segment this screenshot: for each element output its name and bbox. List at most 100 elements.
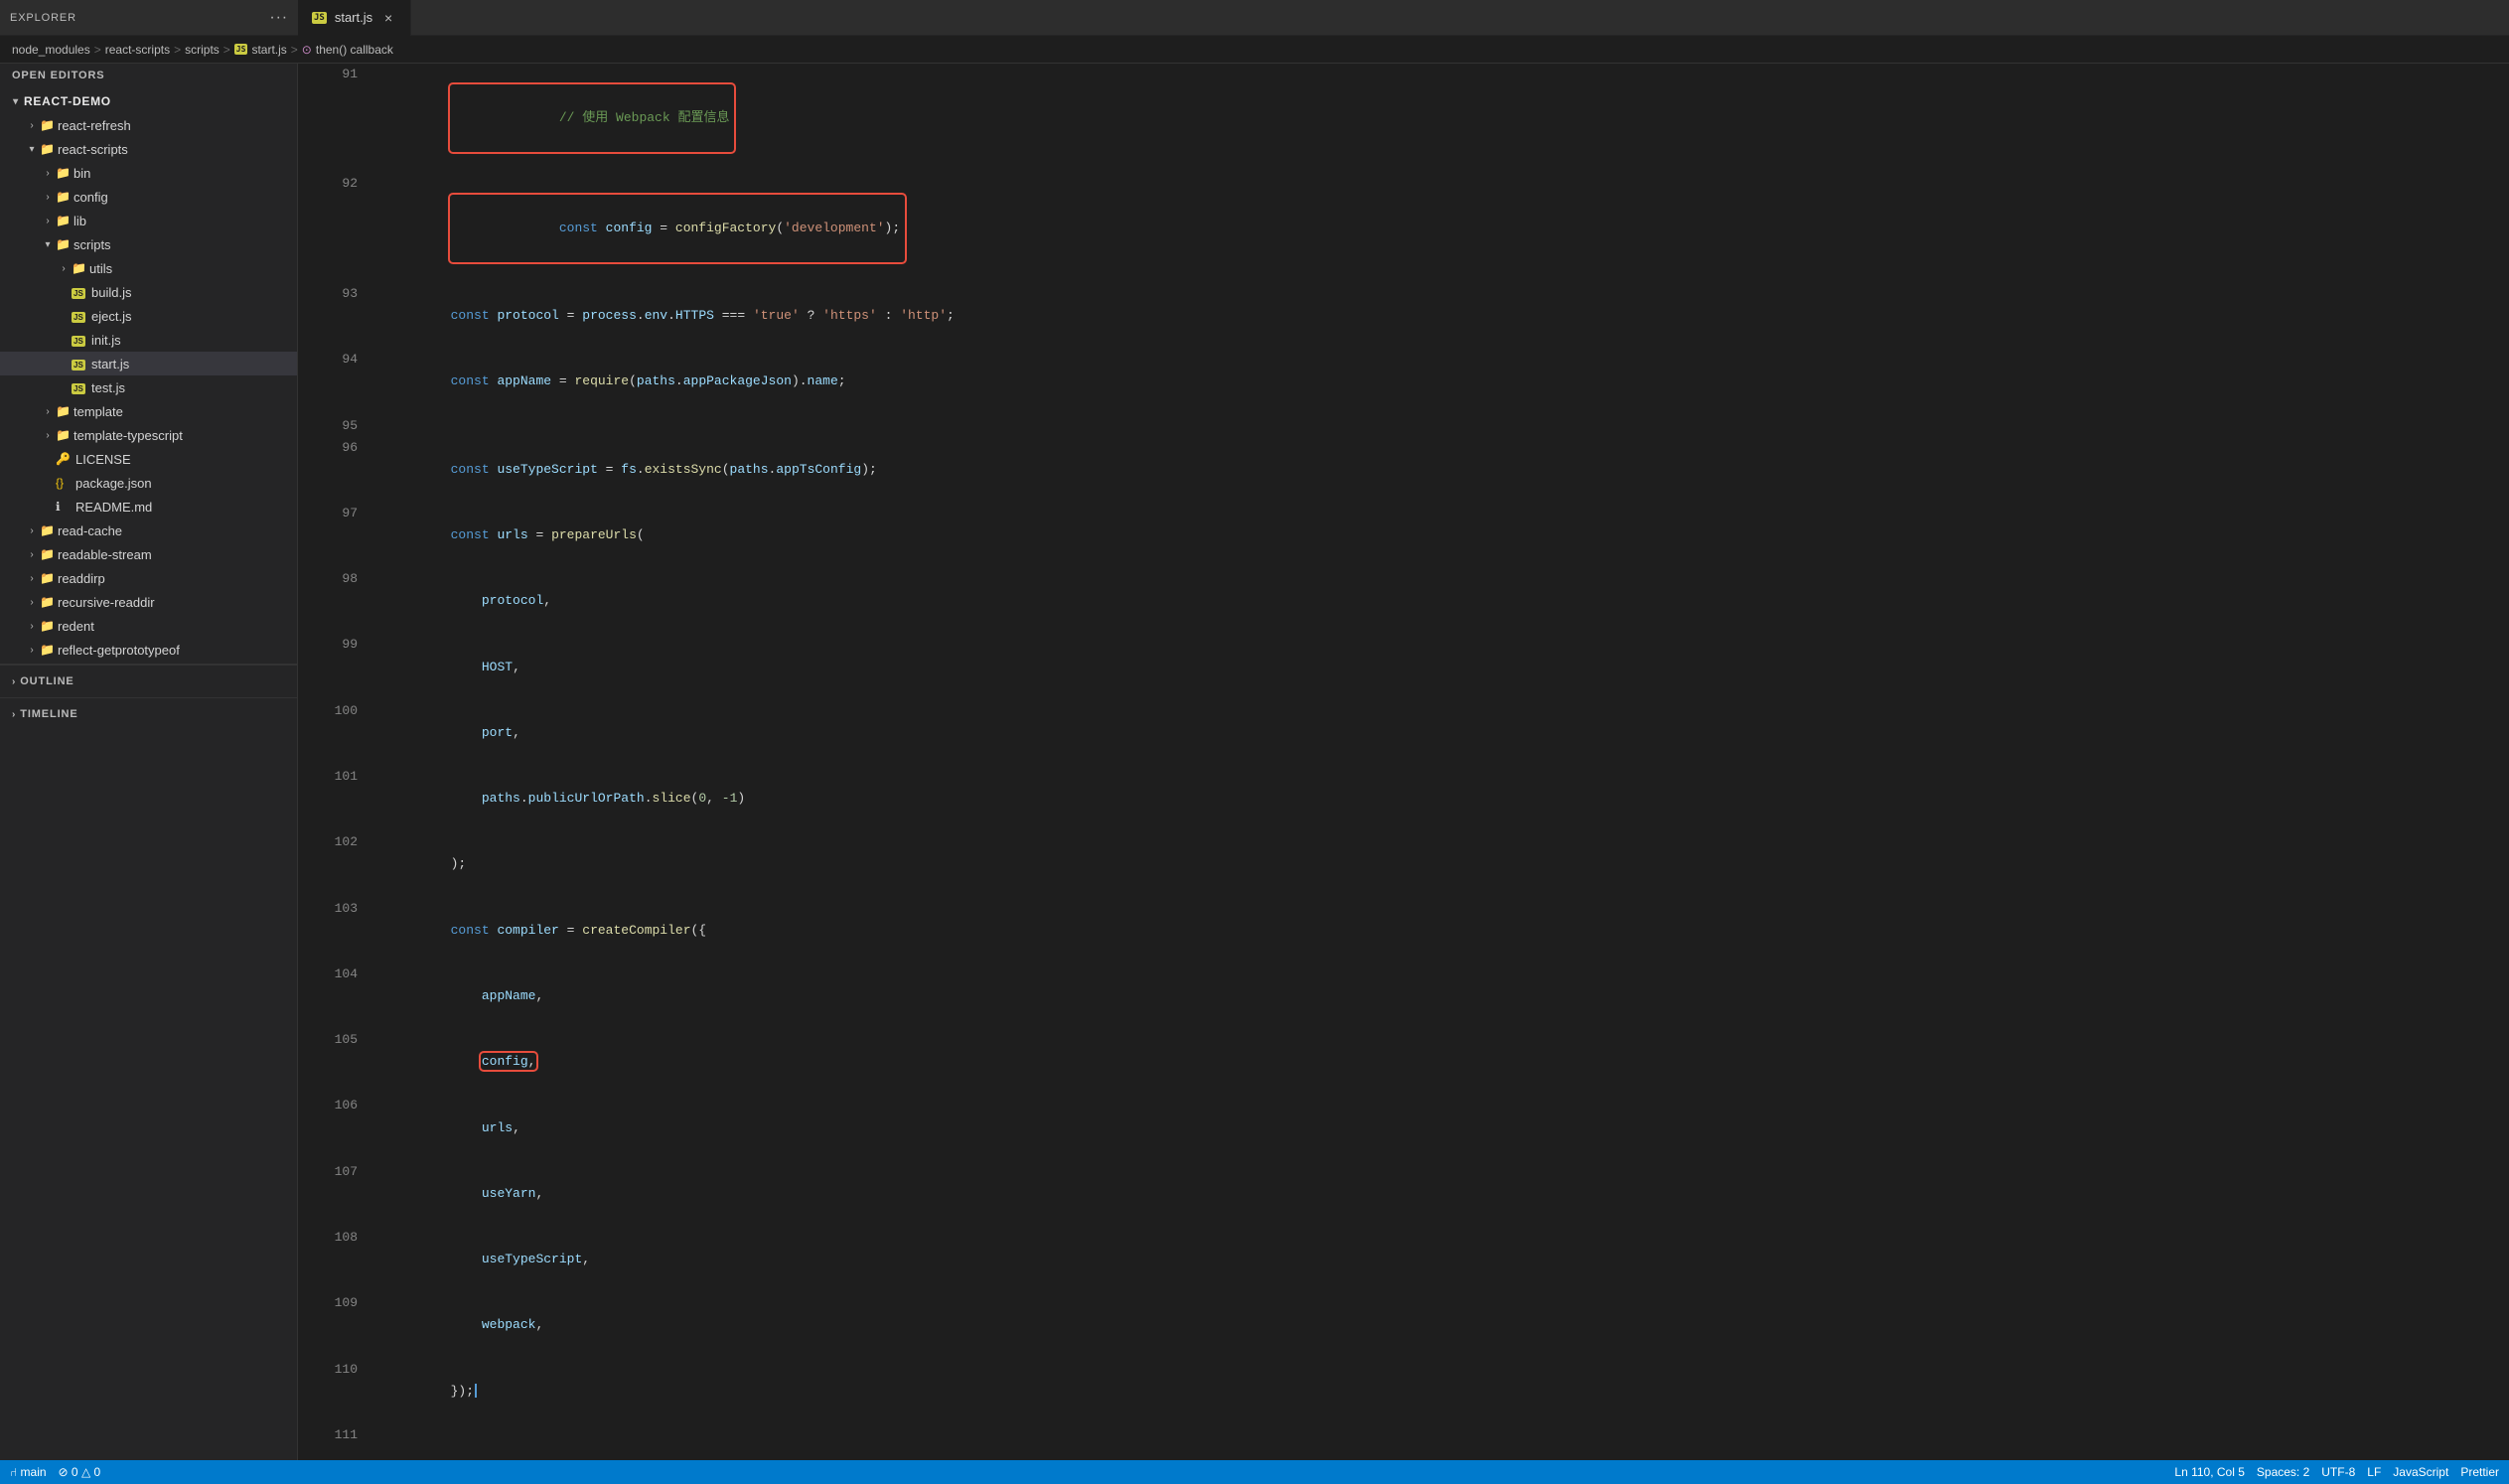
sidebar-item-lib[interactable]: › 📁 lib xyxy=(0,209,297,232)
code-line-92: 92 const config = configFactory('develop… xyxy=(298,173,2509,282)
line-num-100: 100 xyxy=(298,700,358,766)
open-editors-header: OPEN EDITORS xyxy=(0,64,297,87)
eol[interactable]: LF xyxy=(2367,1465,2381,1479)
encoding[interactable]: UTF-8 xyxy=(2321,1465,2355,1479)
code-line-96: 96 const useTypeScript = fs.existsSync(p… xyxy=(298,437,2509,503)
line-code-91: // 使用 Webpack 配置信息 xyxy=(358,64,2509,173)
sidebar-item-readdirp[interactable]: › 📁 readdirp xyxy=(0,566,297,590)
sidebar-item-startjs[interactable]: JS start.js xyxy=(0,352,297,375)
sidebar-item-buildjs[interactable]: JS build.js xyxy=(0,280,297,304)
active-tab[interactable]: JS start.js × xyxy=(298,0,411,36)
sidebar-item-template-typescript[interactable]: › 📁 template-typescript xyxy=(0,423,297,447)
code-line-110: 110 }); xyxy=(298,1359,2509,1424)
line-num-101: 101 xyxy=(298,766,358,831)
sidebar-item-scripts[interactable]: ▾ 📁 scripts xyxy=(0,232,297,256)
language[interactable]: JavaScript xyxy=(2393,1465,2448,1479)
code-line-91: 91 // 使用 Webpack 配置信息 xyxy=(298,64,2509,173)
breadcrumb-callback[interactable]: then() callback xyxy=(316,43,393,57)
timeline-header[interactable]: › TIMELINE xyxy=(0,702,297,726)
breadcrumb-node-modules[interactable]: node_modules xyxy=(12,43,90,57)
line-code-102: ); xyxy=(358,831,2509,897)
breadcrumb-startjs[interactable]: start.js xyxy=(251,43,286,57)
js-file-icon: JS xyxy=(312,12,327,24)
code-line-101: 101 paths.publicUrlOrPath.slice(0, -1) xyxy=(298,766,2509,831)
line-num-107: 107 xyxy=(298,1161,358,1227)
code-line-106: 106 urls, xyxy=(298,1095,2509,1160)
code-line-100: 100 port, xyxy=(298,700,2509,766)
code-line-105: 105 config, xyxy=(298,1029,2509,1095)
prettier[interactable]: Prettier xyxy=(2460,1465,2499,1479)
code-editor[interactable]: 91 // 使用 Webpack 配置信息 92 const config = … xyxy=(298,64,2509,1460)
timeline-arrow-icon: › xyxy=(12,709,16,720)
line-code-105: config, xyxy=(358,1029,2509,1095)
code-line-109: 109 webpack, xyxy=(298,1292,2509,1358)
spaces[interactable]: Spaces: 2 xyxy=(2257,1465,2309,1479)
line-code-99: HOST, xyxy=(358,634,2509,699)
code-line-111: 111 xyxy=(298,1424,2509,1446)
code-line-94: 94 const appName = require(paths.appPack… xyxy=(298,349,2509,414)
line-code-94: const appName = require(paths.appPackage… xyxy=(358,349,2509,414)
line-code-104: appName, xyxy=(358,964,2509,1029)
line-num-97: 97 xyxy=(298,503,358,568)
line-code-111 xyxy=(358,1424,2509,1446)
git-branch[interactable]: ⑁ main xyxy=(10,1465,47,1479)
line-code-110: }); xyxy=(358,1359,2509,1424)
sidebar-item-utils[interactable]: › 📁 utils xyxy=(0,256,297,280)
status-bar: ⑁ main ⊘ 0 △ 0 Ln 110, Col 5 Spaces: 2 U… xyxy=(0,1460,2509,1484)
sidebar-item-readable-stream[interactable]: › 📁 readable-stream xyxy=(0,542,297,566)
code-line-98: 98 protocol, xyxy=(298,568,2509,634)
tab-bar: EXPLORER ··· JS start.js × xyxy=(0,0,2509,36)
line-num-93: 93 xyxy=(298,283,358,349)
sidebar-item-config[interactable]: › 📁 config xyxy=(0,185,297,209)
tab-close-button[interactable]: × xyxy=(380,10,396,26)
line-num-92: 92 xyxy=(298,173,358,282)
sidebar-item-bin[interactable]: › 📁 bin xyxy=(0,161,297,185)
breadcrumb-react-scripts[interactable]: react-scripts xyxy=(105,43,170,57)
sidebar-item-read-cache[interactable]: › 📁 read-cache xyxy=(0,519,297,542)
sidebar-item-react-refresh[interactable]: › 📁 react-refresh xyxy=(0,113,297,137)
outline-header[interactable]: › OUTLINE xyxy=(0,669,297,693)
line-code-95 xyxy=(358,415,2509,437)
line-code-98: protocol, xyxy=(358,568,2509,634)
sidebar-item-reflect-getprototypeof[interactable]: › 📁 reflect-getprototypeof xyxy=(0,638,297,662)
line-num-105: 105 xyxy=(298,1029,358,1095)
sidebar-item-react-scripts[interactable]: ▾ 📁 react-scripts xyxy=(0,137,297,161)
sidebar-item-initjs[interactable]: JS init.js xyxy=(0,328,297,352)
project-root[interactable]: ▾ REACT-DEMO xyxy=(0,89,297,113)
code-line-107: 107 useYarn, xyxy=(298,1161,2509,1227)
timeline-label: TIMELINE xyxy=(20,708,77,720)
line-num-111: 111 xyxy=(298,1424,358,1446)
sidebar-item-testjs[interactable]: JS test.js xyxy=(0,375,297,399)
line-col[interactable]: Ln 110, Col 5 xyxy=(2174,1465,2245,1479)
line-num-95: 95 xyxy=(298,415,358,437)
line-num-98: 98 xyxy=(298,568,358,634)
breadcrumb-scripts[interactable]: scripts xyxy=(185,43,220,57)
sidebar-item-packagejson[interactable]: {} package.json xyxy=(0,471,297,495)
main-area: OPEN EDITORS ▾ REACT-DEMO › 📁 react-refr… xyxy=(0,64,2509,1460)
code-table: 91 // 使用 Webpack 配置信息 92 const config = … xyxy=(298,64,2509,1446)
line-code-96: const useTypeScript = fs.existsSync(path… xyxy=(358,437,2509,503)
code-line-93: 93 const protocol = process.env.HTTPS ==… xyxy=(298,283,2509,349)
code-line-97: 97 const urls = prepareUrls( xyxy=(298,503,2509,568)
code-line-102: 102 ); xyxy=(298,831,2509,897)
sidebar-item-readme[interactable]: ℹ README.md xyxy=(0,495,297,519)
sidebar-item-recursive-readdir[interactable]: › 📁 recursive-readdir xyxy=(0,590,297,614)
line-code-100: port, xyxy=(358,700,2509,766)
code-line-104: 104 appName, xyxy=(298,964,2509,1029)
line-num-94: 94 xyxy=(298,349,358,414)
sidebar-item-license[interactable]: 🔑 LICENSE xyxy=(0,447,297,471)
more-options-icon[interactable]: ··· xyxy=(269,9,288,27)
line-num-108: 108 xyxy=(298,1227,358,1292)
error-count[interactable]: ⊘ 0 △ 0 xyxy=(59,1465,101,1479)
sidebar-item-ejectjs[interactable]: JS eject.js xyxy=(0,304,297,328)
line-code-92: const config = configFactory('developmen… xyxy=(358,173,2509,282)
line-code-103: const compiler = createCompiler({ xyxy=(358,898,2509,964)
sidebar-item-template[interactable]: › 📁 template xyxy=(0,399,297,423)
line-code-93: const protocol = process.env.HTTPS === '… xyxy=(358,283,2509,349)
project-arrow: ▾ xyxy=(8,96,24,107)
line-code-107: useYarn, xyxy=(358,1161,2509,1227)
sidebar-item-redent[interactable]: › 📁 redent xyxy=(0,614,297,638)
line-num-96: 96 xyxy=(298,437,358,503)
line-code-106: urls, xyxy=(358,1095,2509,1160)
line-code-97: const urls = prepareUrls( xyxy=(358,503,2509,568)
